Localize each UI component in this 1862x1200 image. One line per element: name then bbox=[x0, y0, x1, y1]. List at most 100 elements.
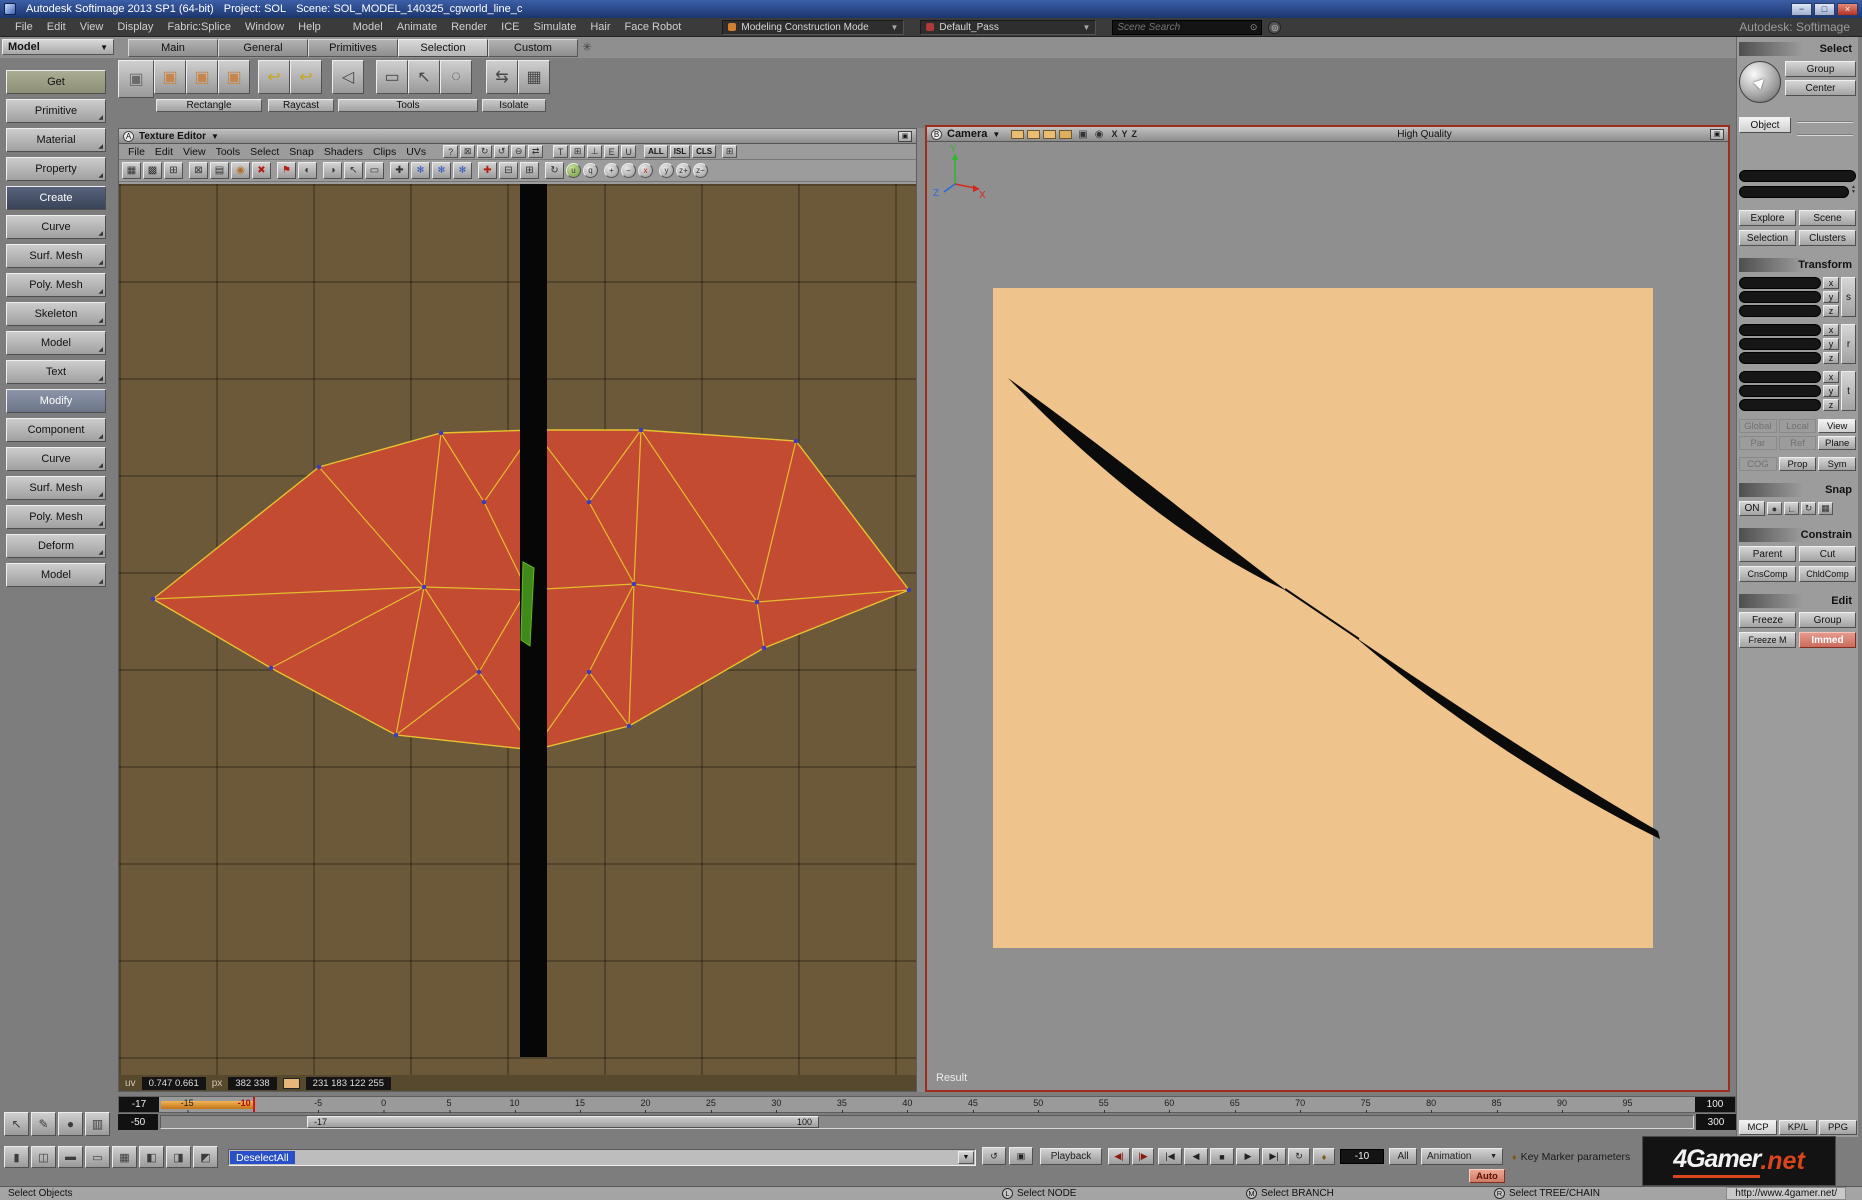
range-start-field[interactable]: -50 bbox=[118, 1114, 158, 1130]
crop-icon[interactable]: ▭ bbox=[365, 162, 384, 179]
timeline-ruler[interactable]: -17 100 -10 -15-505101520253035404550556… bbox=[118, 1096, 1736, 1113]
memo-cam-1-swatch[interactable] bbox=[1011, 130, 1024, 139]
translate-icon[interactable]: ✚ bbox=[390, 162, 409, 179]
stop-button[interactable]: ■ bbox=[1210, 1148, 1234, 1165]
memo-cam-2-swatch[interactable] bbox=[1027, 130, 1040, 139]
button-text[interactable]: Text bbox=[6, 360, 106, 384]
isolate-grid-icon[interactable]: ▦ bbox=[518, 60, 550, 94]
menu-hair[interactable]: Hair bbox=[583, 21, 617, 33]
panel-splitter[interactable] bbox=[917, 128, 925, 1092]
circle-zminus-button[interactable]: z− bbox=[693, 163, 708, 178]
freeze-m-button[interactable]: Freeze M bbox=[1739, 632, 1796, 648]
freeze-2-icon[interactable]: ❄ bbox=[432, 162, 451, 179]
back-arrow-icon[interactable]: ◁ bbox=[332, 60, 364, 94]
button-component[interactable]: Component bbox=[6, 418, 106, 442]
r-y-field[interactable] bbox=[1739, 338, 1821, 350]
loop-button[interactable]: ↻ bbox=[1288, 1148, 1310, 1165]
t-axis-y-button[interactable]: y bbox=[1823, 385, 1839, 397]
button-surf-mesh[interactable]: Surf. Mesh bbox=[6, 476, 106, 500]
custom-star-icon[interactable]: ✳ bbox=[582, 40, 592, 54]
swap-uv-icon[interactable]: ⇄ bbox=[528, 145, 543, 158]
button-material[interactable]: Material bbox=[6, 128, 106, 152]
t-z-field[interactable] bbox=[1739, 399, 1821, 411]
step-back-button[interactable]: ◀ bbox=[1184, 1148, 1208, 1165]
layout-5-icon[interactable]: ▦ bbox=[112, 1146, 137, 1168]
parent-constraint-button[interactable]: Parent bbox=[1739, 546, 1796, 562]
s-z-field[interactable] bbox=[1739, 305, 1821, 317]
uv-mode-button[interactable]: U bbox=[621, 145, 636, 158]
menu-display[interactable]: Display bbox=[110, 21, 160, 33]
heal-uv-icon[interactable]: ⊟ bbox=[499, 162, 518, 179]
scene-button[interactable]: Scene bbox=[1799, 210, 1856, 226]
flipbook-button[interactable]: ▣ bbox=[1009, 1147, 1033, 1165]
text-mode-button[interactable]: T bbox=[553, 145, 568, 158]
button-model[interactable]: Model bbox=[6, 331, 106, 355]
pane-letter-a[interactable]: A bbox=[123, 131, 134, 142]
menu-fabric-splice[interactable]: Fabric:Splice bbox=[160, 21, 238, 33]
delete-icon[interactable]: ✖ bbox=[252, 162, 271, 179]
snap-on-button[interactable]: ON bbox=[1739, 501, 1765, 516]
chevron-down-icon[interactable]: ▼ bbox=[958, 1151, 974, 1164]
button-poly-mesh[interactable]: Poly. Mesh bbox=[6, 273, 106, 297]
button-property[interactable]: Property bbox=[6, 157, 106, 181]
rectangle-select-icon[interactable]: ▭ bbox=[376, 60, 408, 94]
uv-canvas[interactable] bbox=[119, 184, 916, 1075]
range-scrollbar[interactable]: -17 100 bbox=[160, 1115, 1694, 1129]
animation-dropdown[interactable]: Animation▼ bbox=[1421, 1148, 1503, 1165]
r-axis-x-button[interactable]: x bbox=[1823, 324, 1839, 336]
te-menu-tools[interactable]: Tools bbox=[211, 146, 246, 158]
freeze-1-icon[interactable]: ❄ bbox=[411, 162, 430, 179]
par-button[interactable]: Par bbox=[1739, 436, 1777, 450]
texture-editor-titlebar[interactable]: A Texture Editor ▼ ▣ bbox=[119, 129, 916, 144]
contrast-b-icon[interactable]: ◑ bbox=[323, 162, 342, 179]
pass-dropdown[interactable]: Default_Pass ▼ bbox=[920, 20, 1096, 35]
section-create[interactable]: Create bbox=[6, 186, 106, 210]
eye-icon[interactable]: ◉ bbox=[1095, 129, 1104, 140]
clusters-button[interactable]: Clusters bbox=[1799, 230, 1856, 246]
flag-icon[interactable]: ⚑ bbox=[277, 162, 296, 179]
tab-main[interactable]: Main bbox=[128, 39, 218, 57]
r-z-field[interactable] bbox=[1739, 352, 1821, 364]
layout-3-icon[interactable]: ▬ bbox=[58, 1146, 83, 1168]
menu-render[interactable]: Render bbox=[444, 21, 494, 33]
cycle-uv-icon[interactable]: ↻ bbox=[545, 162, 564, 179]
menu-view[interactable]: View bbox=[73, 21, 111, 33]
object-button[interactable]: Object bbox=[1739, 117, 1791, 133]
snap-angle-icon[interactable]: ∟ bbox=[1784, 502, 1799, 515]
menu-simulate[interactable]: Simulate bbox=[527, 21, 584, 33]
te-menu-clips[interactable]: Clips bbox=[368, 146, 401, 158]
cut-constraint-button[interactable]: Cut bbox=[1799, 546, 1856, 562]
range-scrollbar-thumb[interactable]: -17 100 bbox=[307, 1116, 819, 1128]
menu-ice[interactable]: ICE bbox=[494, 21, 526, 33]
lock-icon[interactable]: ⊠ bbox=[460, 145, 475, 158]
rectangle-tool-label[interactable]: Rectangle bbox=[156, 99, 262, 112]
search-icon[interactable]: ⊙ bbox=[1250, 22, 1258, 33]
global-button[interactable]: Global bbox=[1739, 419, 1777, 433]
cog-button[interactable]: COG bbox=[1739, 457, 1777, 471]
group-button[interactable]: Group bbox=[1785, 61, 1856, 77]
sphere-tool-icon[interactable]: ● bbox=[58, 1112, 83, 1136]
menu-file[interactable]: File bbox=[8, 21, 40, 33]
refresh-icon[interactable]: ↻ bbox=[477, 145, 492, 158]
s-axis-x-button[interactable]: x bbox=[1823, 277, 1839, 289]
close-button[interactable]: × bbox=[1837, 3, 1858, 16]
tab-custom[interactable]: Custom bbox=[488, 39, 578, 57]
scene-search-input[interactable] bbox=[1117, 22, 1245, 33]
raycast-tool-label[interactable]: Raycast bbox=[268, 99, 334, 112]
button-primitive[interactable]: Primitive bbox=[6, 99, 106, 123]
refresh-playback-button[interactable]: ↺ bbox=[982, 1147, 1006, 1165]
section-get[interactable]: Get bbox=[6, 70, 106, 94]
selection-button[interactable]: Selection bbox=[1739, 230, 1796, 246]
snap-rotate-icon[interactable]: ↻ bbox=[1801, 502, 1816, 515]
ppg-tab[interactable]: PPG bbox=[1819, 1120, 1857, 1135]
camera-canvas[interactable]: Y X Z Result bbox=[927, 142, 1728, 1090]
camera-icon[interactable]: ▣ bbox=[1078, 129, 1087, 140]
menu-window[interactable]: Window bbox=[238, 21, 291, 33]
filter-all-button[interactable]: ALL bbox=[644, 145, 668, 158]
layout-8-icon[interactable]: ◩ bbox=[193, 1146, 218, 1168]
search-options-button[interactable]: ◎ bbox=[1268, 21, 1281, 34]
all-button[interactable]: All bbox=[1389, 1148, 1417, 1165]
circle-x-button[interactable]: x bbox=[638, 163, 653, 178]
cube-orange-3-icon[interactable]: ▣ bbox=[218, 60, 250, 94]
undo-yellow-2-icon[interactable]: ↩ bbox=[290, 60, 322, 94]
